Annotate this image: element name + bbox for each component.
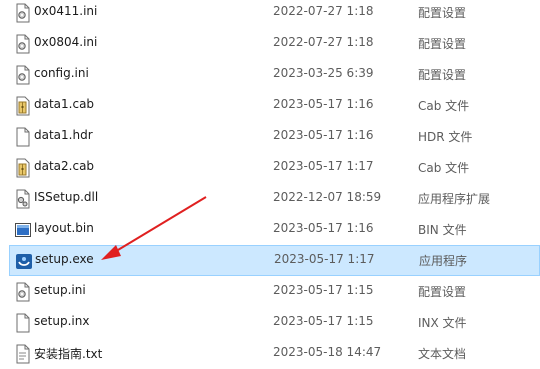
- file-date-modified: 2023-05-18 14:47: [273, 345, 382, 359]
- file-type: 配置设置: [418, 37, 467, 51]
- file-date-modified: 2023-05-17 1:17: [274, 252, 375, 266]
- file-name: config.ini: [34, 66, 89, 80]
- blank-file-icon: [14, 313, 32, 333]
- file-name: ISSetup.dll: [34, 190, 99, 204]
- file-date-modified: 2023-05-17 1:15: [273, 283, 374, 297]
- file-type: 配置设置: [418, 6, 467, 20]
- file-type: Cab 文件: [418, 99, 470, 113]
- file-row-data2-cab[interactable]: data2.cab 2023-05-17 1:17 Cab 文件: [8, 152, 540, 183]
- file-type: 应用程序扩展: [418, 192, 491, 206]
- file-name: 0x0411.ini: [34, 4, 98, 18]
- file-type: 配置设置: [418, 285, 467, 299]
- binary-file-icon: [14, 220, 32, 240]
- file-name: layout.bin: [34, 221, 94, 235]
- file-type: BIN 文件: [418, 223, 467, 237]
- file-date-modified: 2022-07-27 1:18: [273, 35, 374, 49]
- file-row-setup-inx[interactable]: setup.inx 2023-05-17 1:15 INX 文件: [8, 307, 540, 338]
- file-date-modified: 2023-03-25 6:39: [273, 66, 374, 80]
- file-row-data1-hdr[interactable]: data1.hdr 2023-05-17 1:16 HDR 文件: [8, 121, 540, 152]
- file-name: setup.ini: [34, 283, 86, 297]
- dll-file-icon: [14, 189, 32, 209]
- file-date-modified: 2023-05-17 1:17: [273, 159, 374, 173]
- file-date-modified: 2022-12-07 18:59: [273, 190, 382, 204]
- file-type: INX 文件: [418, 316, 467, 330]
- settings-file-icon: [14, 34, 32, 54]
- file-row-0x0411-ini[interactable]: 0x0411.ini 2022-07-27 1:18 配置设置: [8, 0, 540, 28]
- file-list: 0x0411.ini 2022-07-27 1:18 配置设置 0x0804.i…: [0, 0, 540, 369]
- installer-app-icon: [15, 251, 33, 271]
- file-row-issetup-dll[interactable]: ISSetup.dll 2022-12-07 18:59 应用程序扩展: [8, 183, 540, 214]
- file-type: 配置设置: [418, 68, 467, 82]
- file-type: 应用程序: [419, 254, 468, 268]
- file-row-setup-ini[interactable]: setup.ini 2023-05-17 1:15 配置设置: [8, 276, 540, 307]
- cabinet-file-icon: [14, 96, 32, 116]
- file-name: data2.cab: [34, 159, 95, 173]
- file-row-data1-cab[interactable]: data1.cab 2023-05-17 1:16 Cab 文件: [8, 90, 540, 121]
- file-name: setup.exe: [35, 252, 94, 266]
- file-name: 0x0804.ini: [34, 35, 98, 49]
- file-date-modified: 2023-05-17 1:16: [273, 97, 374, 111]
- file-row-install-guide-txt[interactable]: 安装指南.txt 2023-05-18 14:47 文本文档: [8, 338, 540, 369]
- settings-file-icon: [14, 65, 32, 85]
- file-type: Cab 文件: [418, 161, 470, 175]
- settings-file-icon: [14, 282, 32, 302]
- cabinet-file-icon: [14, 158, 32, 178]
- file-row-setup-exe[interactable]: setup.exe 2023-05-17 1:17 应用程序: [9, 245, 540, 276]
- file-row-config-ini[interactable]: config.ini 2023-03-25 6:39 配置设置: [8, 59, 540, 90]
- file-date-modified: 2023-05-17 1:16: [273, 221, 374, 235]
- file-row-layout-bin[interactable]: layout.bin 2023-05-17 1:16 BIN 文件: [8, 214, 540, 245]
- text-file-icon: [14, 344, 32, 364]
- file-type: HDR 文件: [418, 130, 473, 144]
- file-type: 文本文档: [418, 347, 467, 361]
- file-name: data1.hdr: [34, 128, 93, 142]
- file-date-modified: 2023-05-17 1:16: [273, 128, 374, 142]
- blank-file-icon: [14, 127, 32, 147]
- file-name: 安装指南.txt: [34, 347, 103, 361]
- file-name: setup.inx: [34, 314, 90, 328]
- file-name: data1.cab: [34, 97, 95, 111]
- file-row-0x0804-ini[interactable]: 0x0804.ini 2022-07-27 1:18 配置设置: [8, 28, 540, 59]
- file-date-modified: 2022-07-27 1:18: [273, 4, 374, 18]
- settings-file-icon: [14, 3, 32, 23]
- file-date-modified: 2023-05-17 1:15: [273, 314, 374, 328]
